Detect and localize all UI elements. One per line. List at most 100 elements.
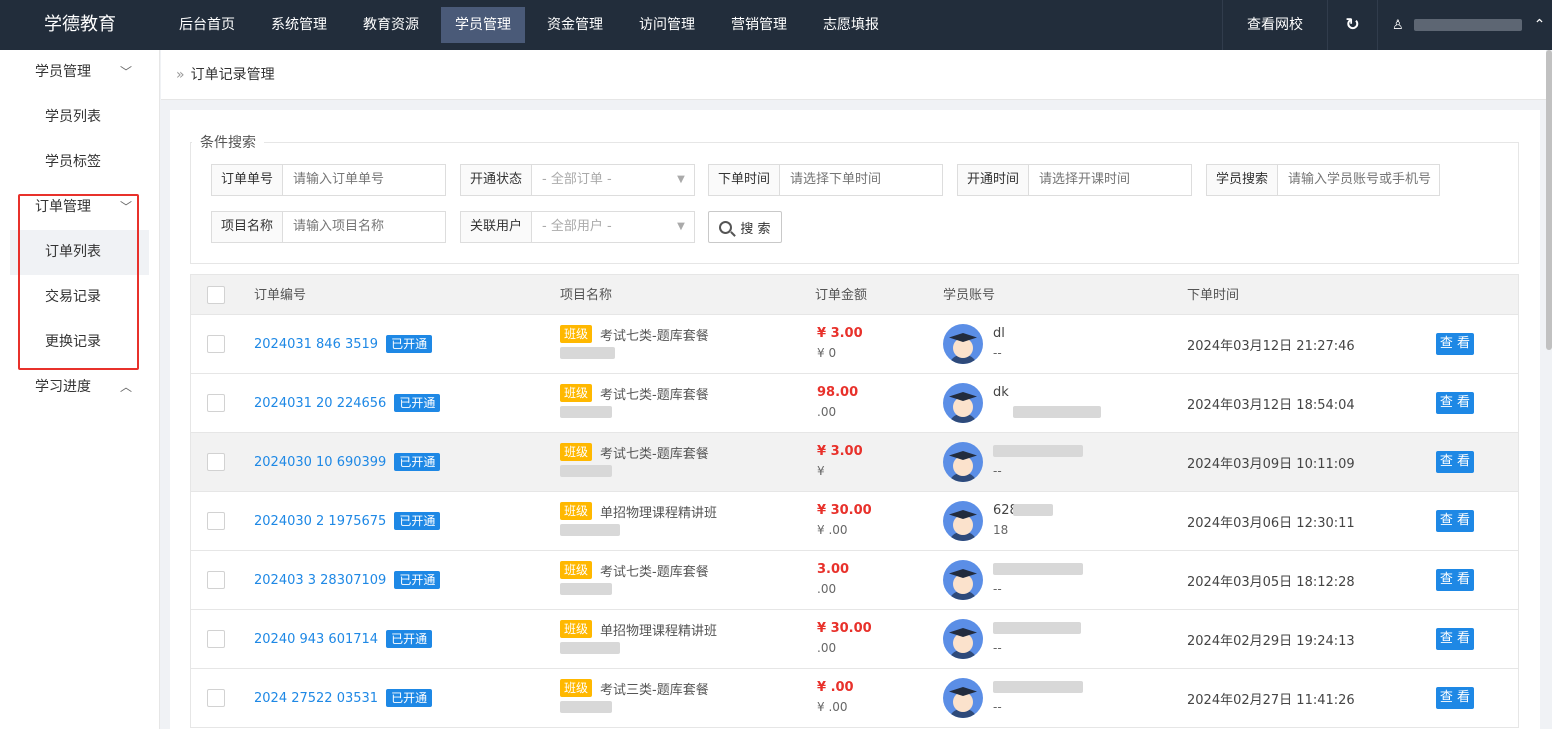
related-user-select[interactable]: - 全部用户 - xyxy=(532,212,668,242)
top-nav-item[interactable]: 教育资源 xyxy=(349,7,433,43)
app-logo[interactable]: 学德教育 xyxy=(0,0,160,50)
search-button[interactable]: 搜 索 xyxy=(708,211,782,243)
sidebar-item[interactable]: 学员标签 xyxy=(0,140,159,185)
view-button[interactable]: 查 看 xyxy=(1436,510,1474,532)
col-amount: 订单金额 xyxy=(815,288,868,303)
avatar xyxy=(943,560,983,600)
view-button[interactable]: 查 看 xyxy=(1436,569,1474,591)
user-icon: ♙ xyxy=(1392,17,1404,33)
vertical-scrollbar[interactable] xyxy=(1546,50,1552,729)
redacted-text xyxy=(560,524,620,536)
orders-table: 订单编号 项目名称 订单金额 学员账号 下单时间 2024031 846 351… xyxy=(190,274,1519,728)
top-nav: 后台首页 系统管理 教育资源 学员管理 资金管理 访问管理 营销管理 志愿填报 xyxy=(165,7,901,43)
view-button[interactable]: 查 看 xyxy=(1436,451,1474,473)
status-badge: 已开通 xyxy=(394,453,441,471)
redacted-text xyxy=(993,563,1083,575)
row-checkbox[interactable] xyxy=(207,335,225,353)
order-no-cell[interactable]: 20240 943 601714 已开通 xyxy=(254,630,433,648)
redacted-text xyxy=(560,406,612,418)
order-amount: ¥ 3.00 xyxy=(817,326,863,341)
chevron-up-icon: ︿ xyxy=(120,380,133,394)
table-row[interactable]: 2024031 846 3519 已开通 班级 考试七类-题库套餐 ¥ 3.00 ¥ 0 d… xyxy=(190,315,1519,374)
top-nav-item[interactable]: 学员管理 xyxy=(441,7,525,43)
sidebar-group[interactable]: 学习进度 ︿ xyxy=(0,365,159,410)
sidebar-item[interactable]: 更换记录 xyxy=(0,320,159,365)
row-checkbox[interactable] xyxy=(207,394,225,412)
user-menu[interactable]: ♙ ⌃ xyxy=(1377,0,1552,50)
project-label: 项目名称 xyxy=(212,212,284,242)
order-no-link[interactable]: 2024031 846 3519 xyxy=(254,337,378,352)
order-amount: ¥ 3.00 xyxy=(817,444,863,459)
top-nav-item[interactable]: 营销管理 xyxy=(717,7,801,43)
table-row[interactable]: 2024030 10 690399 已开通 班级 考试七类-题库套餐 ¥ 3.00 ¥ --… xyxy=(190,433,1519,492)
row-checkbox[interactable] xyxy=(207,689,225,707)
order-no-cell[interactable]: 2024030 10 690399 已开通 xyxy=(254,453,441,471)
refresh-icon[interactable]: ↻ xyxy=(1327,0,1377,50)
project-name: 考试七类-题库套餐 xyxy=(600,329,709,344)
order-no-cell[interactable]: 2024031 846 3519 已开通 xyxy=(254,335,433,353)
order-no-link[interactable]: 2024030 10 690399 xyxy=(254,455,386,470)
top-nav-item[interactable]: 系统管理 xyxy=(257,7,341,43)
order-time-field: 下单时间 xyxy=(708,164,961,196)
table-row[interactable]: 2024031 20 224656 已开通 班级 考试七类-题库套餐 98.00 .0… xyxy=(190,374,1519,433)
table-row[interactable]: 2024030 2 1975675 已开通 班级 单招物理课程精讲班 ¥ 30.00 ¥ … xyxy=(190,492,1519,551)
open-time-label: 开通时间 xyxy=(958,165,1030,195)
sidebar-item[interactable]: 订单列表 xyxy=(10,230,149,275)
order-no-link[interactable]: 20240 943 601714 xyxy=(254,632,378,647)
student-account: dl xyxy=(993,326,1005,341)
order-no-input[interactable] xyxy=(283,165,464,195)
col-account: 学员账号 xyxy=(943,288,996,303)
top-bar: 学德教育 后台首页 系统管理 教育资源 学员管理 资金管理 访问管理 营销管理 志愿填报 查看… xyxy=(0,0,1552,50)
top-nav-item[interactable]: 后台首页 xyxy=(165,7,249,43)
order-no-link[interactable]: 2024031 20 224656 xyxy=(254,396,386,411)
class-tag: 班级 xyxy=(560,384,593,402)
order-no-link[interactable]: 202403 3 28307109 xyxy=(254,573,386,588)
student-phone: -- xyxy=(993,346,1002,360)
view-button[interactable]: 查 看 xyxy=(1436,392,1474,414)
class-tag: 班级 xyxy=(560,502,593,520)
row-checkbox[interactable] xyxy=(207,571,225,589)
project-input[interactable] xyxy=(283,212,464,242)
avatar xyxy=(943,501,983,541)
view-button[interactable]: 查 看 xyxy=(1436,628,1474,650)
avatar xyxy=(943,678,983,718)
avatar xyxy=(943,619,983,659)
top-nav-item[interactable]: 志愿填报 xyxy=(809,7,893,43)
order-no-label: 订单单号 xyxy=(212,165,284,195)
student-phone: -- xyxy=(993,641,1002,655)
view-site-link[interactable]: 查看网校 xyxy=(1222,0,1327,50)
status-select[interactable]: - 全部订单 - xyxy=(532,165,668,195)
chevron-down-icon: ﹀ xyxy=(120,200,133,214)
sidebar-group[interactable]: 订单管理 ﹀ xyxy=(0,185,159,230)
sidebar-group[interactable]: 学员管理 ﹀ xyxy=(0,50,159,95)
order-no-cell[interactable]: 2024030 2 1975675 已开通 xyxy=(254,512,441,530)
select-all-checkbox[interactable] xyxy=(207,286,225,304)
row-checkbox[interactable] xyxy=(207,453,225,471)
top-nav-item[interactable]: 访问管理 xyxy=(625,7,709,43)
sidebar-item[interactable]: 学员列表 xyxy=(0,95,159,140)
table-row[interactable]: 2024 27522 03531 已开通 班级 考试三类-题库套餐 ¥ .00 ¥ .00… xyxy=(190,669,1519,728)
project-name: 考试七类-题库套餐 xyxy=(600,447,709,462)
project-name: 考试七类-题库套餐 xyxy=(600,565,709,580)
avatar xyxy=(943,324,983,364)
order-no-link[interactable]: 2024 27522 03531 xyxy=(254,691,378,706)
scrollbar-thumb[interactable] xyxy=(1546,50,1552,350)
student-search-input[interactable] xyxy=(1278,165,1459,195)
open-time-input[interactable] xyxy=(1029,165,1210,195)
row-checkbox[interactable] xyxy=(207,630,225,648)
order-no-link[interactable]: 2024030 2 1975675 xyxy=(254,514,386,529)
student-phone: -- xyxy=(993,464,1002,478)
order-no-cell[interactable]: 202403 3 28307109 已开通 xyxy=(254,571,441,589)
view-button[interactable]: 查 看 xyxy=(1436,687,1474,709)
table-row[interactable]: 202403 3 28307109 已开通 班级 考试七类-题库套餐 3.00 .00… xyxy=(190,551,1519,610)
table-row[interactable]: 20240 943 601714 已开通 班级 单招物理课程精讲班 ¥ 30.00 .0… xyxy=(190,610,1519,669)
redacted-text xyxy=(993,681,1083,693)
order-time-input[interactable] xyxy=(780,165,961,195)
row-checkbox[interactable] xyxy=(207,512,225,530)
project-field: 项目名称 xyxy=(211,211,464,243)
view-button[interactable]: 查 看 xyxy=(1436,333,1474,355)
sidebar-item[interactable]: 交易记录 xyxy=(0,275,159,320)
order-no-cell[interactable]: 2024031 20 224656 已开通 xyxy=(254,394,441,412)
order-no-cell[interactable]: 2024 27522 03531 已开通 xyxy=(254,689,433,707)
top-nav-item[interactable]: 资金管理 xyxy=(533,7,617,43)
